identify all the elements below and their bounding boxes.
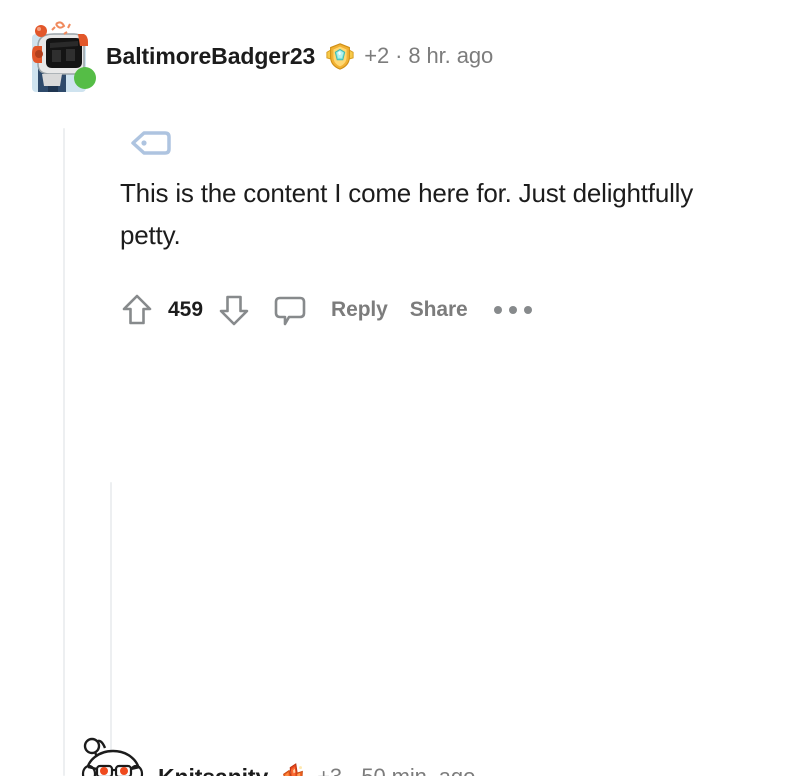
meta-separator: · <box>348 764 355 776</box>
username[interactable]: Knitsanity <box>158 764 268 776</box>
tag-collapse-icon[interactable] <box>130 128 172 163</box>
username[interactable]: BaltimoreBadger23 <box>106 43 315 70</box>
comment-body: This is the content I come here for. Jus… <box>120 178 694 250</box>
vote-group: 459 <box>120 292 251 328</box>
award-count: +3 <box>317 764 342 776</box>
comment-thread-root: BaltimoreBadger23 +2 · 8 hr. ago This is… <box>0 0 800 776</box>
comment-meta: +2 · 8 hr. ago <box>364 43 493 69</box>
thread-line-depth-2[interactable] <box>110 482 112 776</box>
share-button[interactable]: Share <box>410 298 468 322</box>
reply-button[interactable]: Reply <box>331 298 388 322</box>
avatar[interactable] <box>22 16 102 96</box>
comment-header: BaltimoreBadger23 +2 · 8 hr. ago <box>22 16 493 96</box>
user-meta: BaltimoreBadger23 +2 · 8 hr. ago <box>106 41 493 71</box>
snoo-avatar-icon <box>81 737 144 776</box>
comment-header: Knitsanity +3 · 50 min. ago <box>70 734 475 776</box>
comment-actions: 459 Reply Share <box>120 292 532 328</box>
meta-separator: · <box>395 43 403 68</box>
timestamp: 8 hr. ago <box>408 43 494 68</box>
timestamp: 50 min. ago <box>361 764 475 776</box>
comment-meta: +3 · 50 min. ago <box>317 764 475 776</box>
comment-bubble-icon[interactable] <box>273 292 309 328</box>
avatar[interactable] <box>70 734 154 776</box>
upvote-arrow-icon[interactable] <box>120 292 154 328</box>
more-options-icon[interactable] <box>493 306 532 314</box>
winged-shield-gem-award-icon[interactable] <box>325 41 355 71</box>
downvote-arrow-icon[interactable] <box>217 292 251 328</box>
vote-score: 459 <box>168 298 204 321</box>
online-status-dot <box>74 67 96 89</box>
user-meta: Knitsanity +3 · 50 min. ago <box>158 762 475 776</box>
award-count: +2 <box>364 43 390 68</box>
thread-line-depth-1[interactable] <box>63 128 65 776</box>
crystal-gem-award-icon[interactable] <box>278 762 308 776</box>
